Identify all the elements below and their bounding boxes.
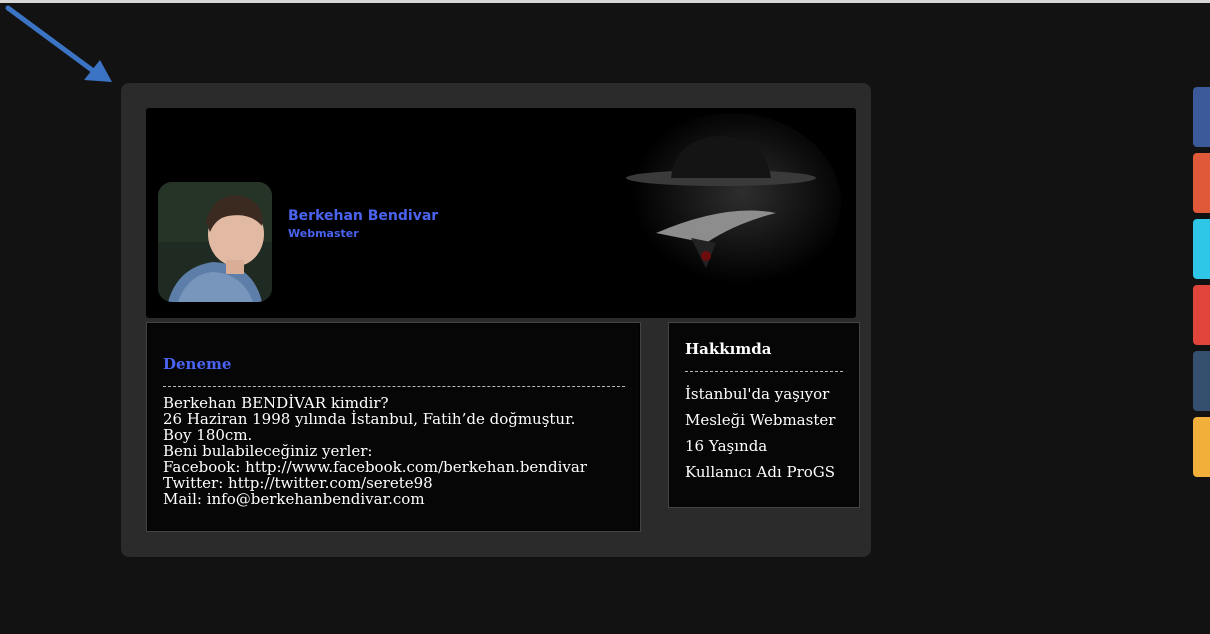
post-line: Facebook: http://www.facebook.com/berkeh… xyxy=(163,458,587,476)
about-item: Mesleği Webmaster xyxy=(685,411,836,429)
post-line: Beni bulabileceğiniz yerler: xyxy=(163,442,373,460)
about-item: İstanbul'da yaşıyor xyxy=(685,385,830,403)
profile-name[interactable]: Berkehan Bendivar xyxy=(288,208,438,224)
pointer-arrow-icon xyxy=(5,5,112,82)
profile-header: Berkehan Bendivar Webmaster xyxy=(146,108,856,318)
about-divider xyxy=(685,371,843,372)
hat-figure-image xyxy=(596,108,856,318)
about-item: 16 Yaşında xyxy=(685,437,768,455)
about-list: İstanbul'da yaşıyor Mesleği Webmaster 16… xyxy=(685,385,835,489)
post-line: Berkehan BENDİVAR kimdir? xyxy=(163,394,389,412)
post-line: Boy 180cm. xyxy=(163,426,253,444)
about-panel: Hakkımda İstanbul'da yaşıyor Mesleği Web… xyxy=(668,322,860,508)
post-line: Twitter: http://twitter.com/serete98 xyxy=(163,474,433,492)
social-tab-facebook[interactable] xyxy=(1193,87,1210,147)
window-top-border xyxy=(0,0,1210,3)
social-tab-twitter[interactable] xyxy=(1193,219,1210,279)
post-title[interactable]: Deneme xyxy=(163,355,231,373)
social-tab-orange[interactable] xyxy=(1193,153,1210,213)
avatar xyxy=(158,182,272,302)
post-panel: Deneme Berkehan BENDİVAR kimdir? 26 Hazi… xyxy=(146,322,641,532)
social-tab-tumblr[interactable] xyxy=(1193,351,1210,411)
profile-role: Webmaster xyxy=(288,227,359,240)
post-divider xyxy=(163,386,625,387)
post-line: Mail: info@berkehanbendivar.com xyxy=(163,490,425,508)
post-line: 26 Haziran 1998 yılında İstanbul, Fatih’… xyxy=(163,410,576,428)
about-title: Hakkımda xyxy=(685,340,772,358)
social-tab-rss[interactable] xyxy=(1193,417,1210,477)
profile-photo xyxy=(158,182,272,302)
post-body: Berkehan BENDİVAR kimdir? 26 Haziran 199… xyxy=(163,395,587,507)
about-item: Kullanıcı Adı ProGS xyxy=(685,463,836,481)
social-tab-google[interactable] xyxy=(1193,285,1210,345)
